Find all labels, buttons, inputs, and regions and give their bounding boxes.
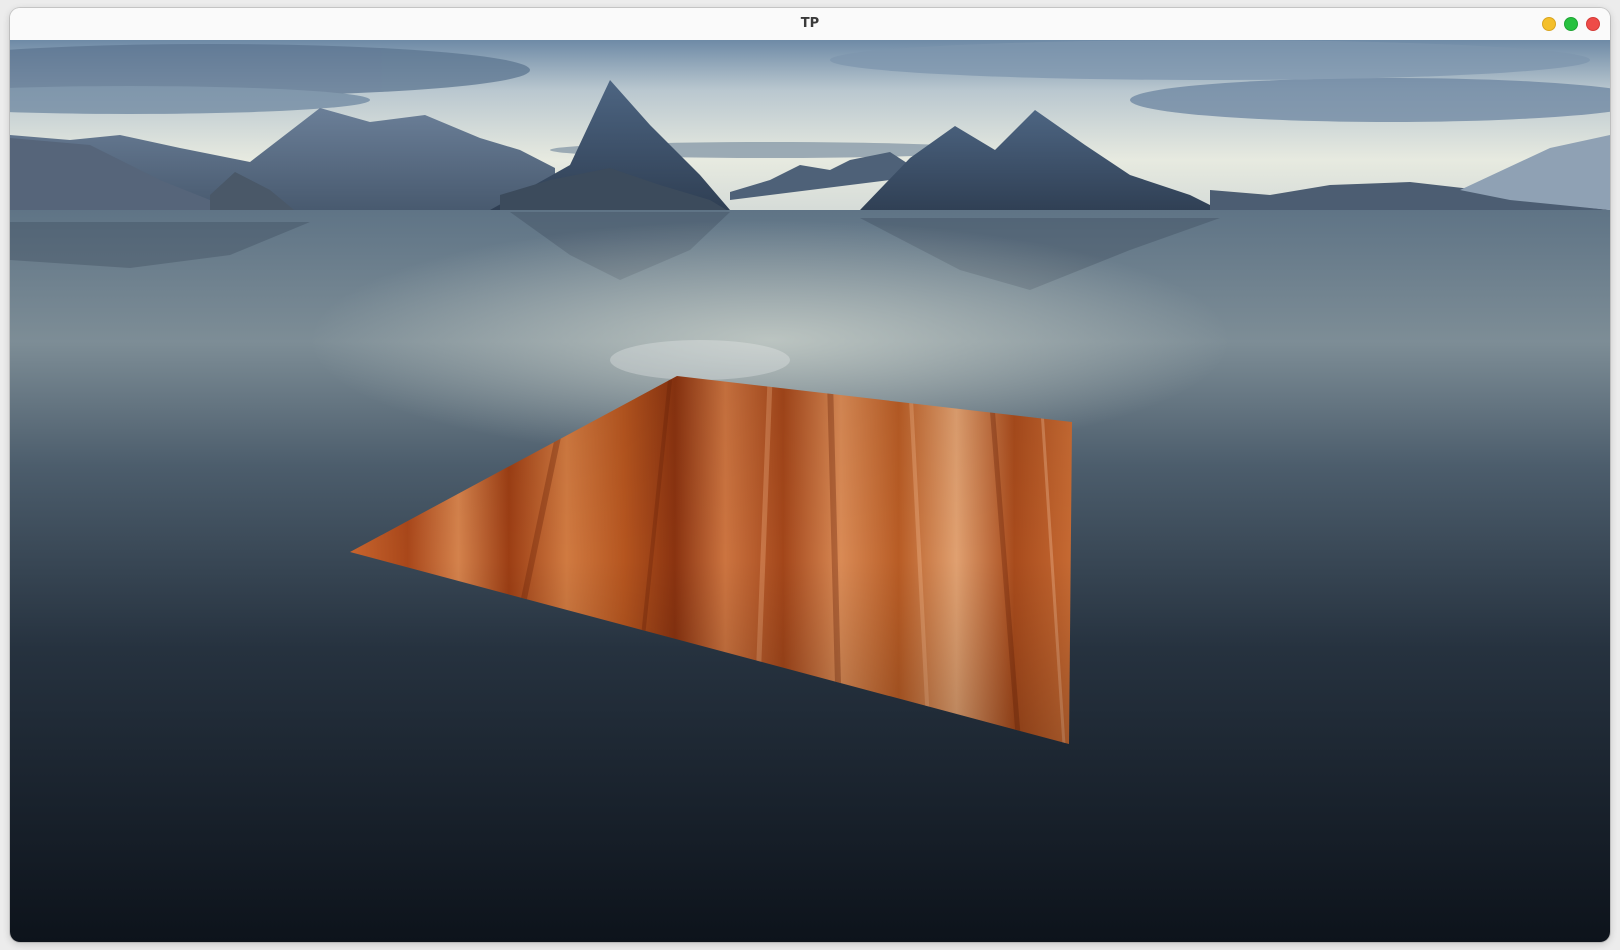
- scene-canvas: [10, 40, 1610, 942]
- close-button[interactable]: [1586, 17, 1600, 31]
- window-controls: [1542, 17, 1600, 31]
- app-window: TP: [10, 8, 1610, 942]
- window-title: TP: [800, 16, 820, 31]
- maximize-button[interactable]: [1564, 17, 1578, 31]
- minimize-button[interactable]: [1542, 17, 1556, 31]
- render-viewport[interactable]: [10, 40, 1610, 942]
- title-bar[interactable]: TP: [10, 8, 1610, 41]
- sparkle: [610, 340, 790, 380]
